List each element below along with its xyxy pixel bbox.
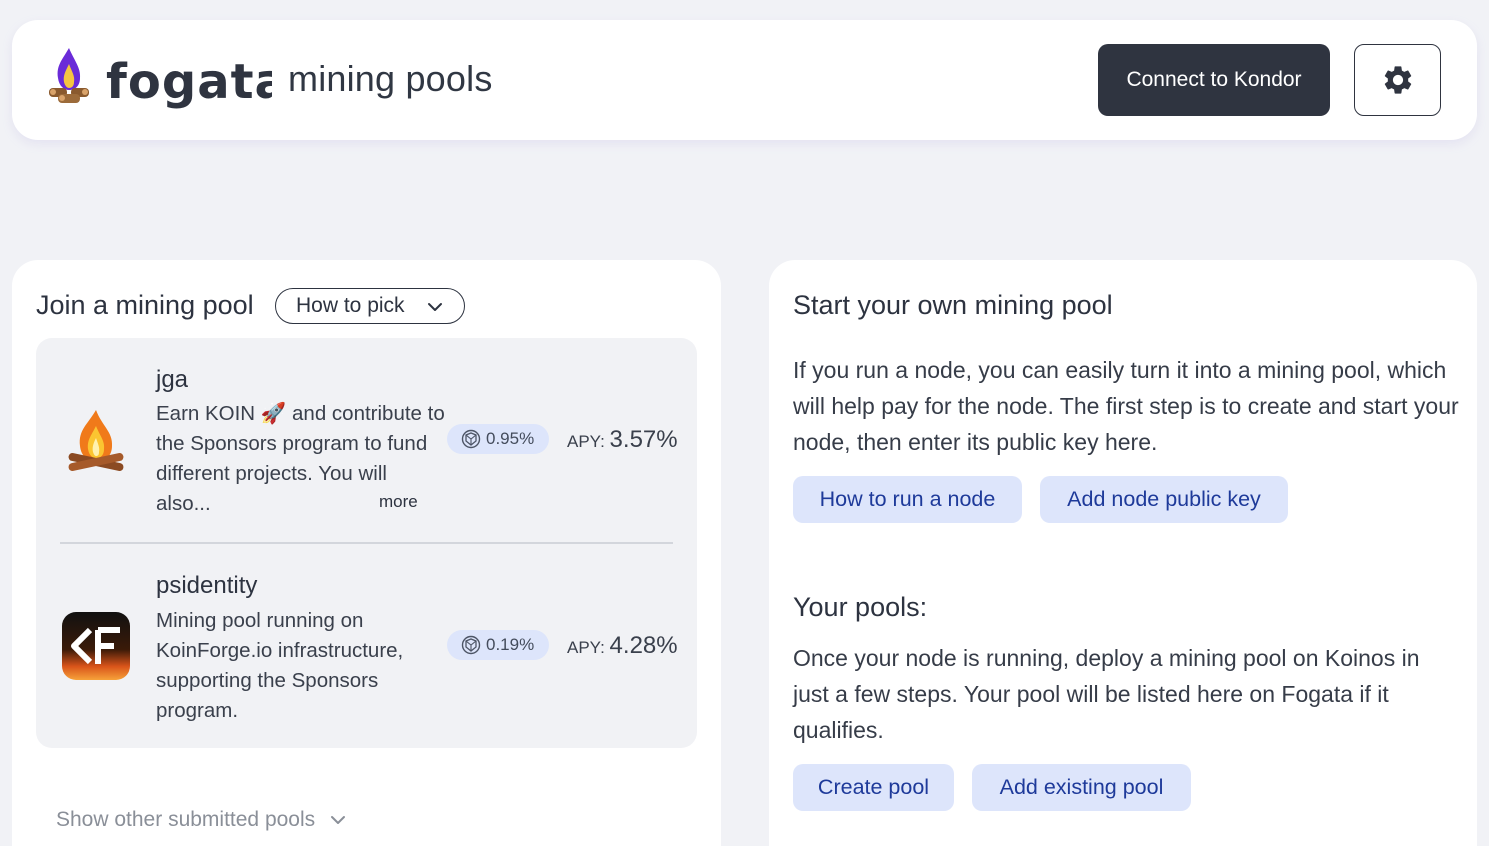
campfire-logo-icon [49, 48, 89, 103]
chevron-down-icon [428, 303, 442, 311]
start-pool-intro: If you run a node, you can easily turn i… [793, 357, 1459, 455]
apy-readout: APY: 3.57% [567, 426, 678, 454]
join-pool-panel: Join a mining pool How to pick jga Earn … [12, 260, 721, 846]
svg-text:fogata: fogata [106, 54, 272, 110]
page-subtitle: mining pools [288, 58, 493, 99]
your-pools-title: Your pools: [793, 592, 928, 622]
your-pools-text: Once your node is running, deploy a mini… [793, 645, 1420, 743]
how-to-pick-dropdown[interactable]: How to pick [275, 288, 465, 324]
fogata-wordmark: fogata [106, 54, 272, 110]
add-existing-pool-button[interactable]: Add existing pool [972, 764, 1191, 811]
koinos-logo-icon [461, 429, 481, 449]
koinos-logo-icon [461, 635, 481, 655]
start-pool-title: Start your own mining pool [793, 290, 1113, 320]
pool-name: psidentity [156, 572, 258, 599]
campfire-avatar-icon [68, 410, 124, 471]
pool-description: Mining pool running on KoinForge.io infr… [156, 609, 404, 722]
show-other-pools-toggle[interactable]: Show other submitted pools [56, 808, 347, 832]
join-pool-title: Join a mining pool [36, 290, 254, 320]
show-other-label: Show other submitted pools [56, 808, 316, 831]
how-to-run-node-button[interactable]: How to run a node [793, 476, 1022, 523]
apy-value: 3.57% [609, 426, 678, 453]
top-header: fogata mining pools Connect to Kondor [12, 20, 1477, 140]
chevron-down-icon [331, 816, 346, 824]
gear-icon [1384, 66, 1411, 94]
pool-card-psidentity[interactable]: psidentity Mining pool running on KoinFo… [36, 544, 697, 748]
apy-value: 4.28% [609, 632, 678, 659]
fee-badge: 0.19% [447, 630, 549, 660]
how-to-pick-label: How to pick [296, 294, 405, 317]
add-node-public-key-button[interactable]: Add node public key [1040, 476, 1288, 523]
fee-value: 0.19% [486, 635, 535, 654]
pool-name: jga [156, 366, 189, 393]
pool-card-jga[interactable]: jga Earn KOIN 🚀 and contribute to the Sp… [36, 338, 697, 543]
apy-label: APY: [567, 638, 605, 657]
connect-kondor-button[interactable]: Connect to Kondor [1098, 44, 1330, 116]
settings-button[interactable] [1354, 44, 1441, 116]
pool-list: jga Earn KOIN 🚀 and contribute to the Sp… [36, 338, 697, 748]
fee-badge: 0.95% [447, 424, 549, 454]
fee-value: 0.95% [486, 429, 535, 448]
start-pool-panel: Start your own mining pool If you run a … [769, 260, 1477, 846]
create-pool-button[interactable]: Create pool [793, 764, 954, 811]
apy-label: APY: [567, 432, 605, 451]
koinforge-logo-icon [62, 612, 130, 680]
more-link[interactable]: more [379, 492, 418, 512]
apy-readout: APY: 4.28% [567, 632, 678, 660]
